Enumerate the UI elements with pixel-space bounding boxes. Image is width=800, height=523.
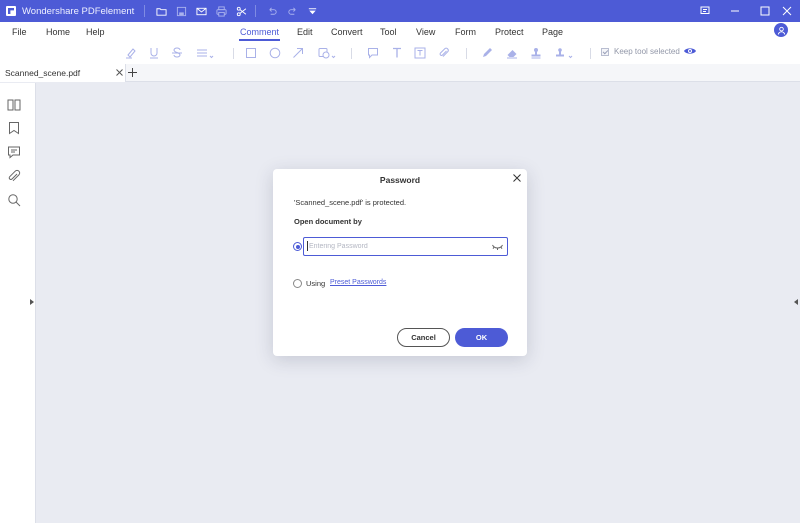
cancel-button[interactable]: Cancel: [397, 328, 450, 347]
attachment-icon[interactable]: [437, 46, 451, 60]
search-icon[interactable]: [7, 193, 21, 207]
dialog-title: Password: [379, 175, 421, 185]
title-separator-2: [255, 5, 257, 17]
protected-message: 'Scanned_scene.pdf' is protected.: [294, 198, 407, 207]
oval-icon[interactable]: [268, 46, 282, 60]
arrow-icon[interactable]: [291, 46, 305, 60]
keep-tool-selected-checkbox[interactable]: [601, 48, 609, 56]
menu-edit[interactable]: Edit: [297, 22, 313, 42]
text-box-icon[interactable]: [413, 46, 427, 60]
text-icon[interactable]: [390, 46, 404, 60]
sticky-note-icon[interactable]: [366, 46, 380, 60]
keep-tool-selected-label: Keep tool selected: [614, 47, 680, 56]
toolbar-separator: [233, 48, 234, 59]
collapse-left-panel-arrow[interactable]: [30, 299, 34, 305]
menu-comment[interactable]: Comment: [238, 22, 281, 42]
minimize-icon[interactable]: [720, 0, 750, 22]
menu-home[interactable]: Home: [46, 22, 70, 42]
ok-button[interactable]: OK: [455, 328, 508, 347]
menu-convert[interactable]: Convert: [331, 22, 363, 42]
menu-page[interactable]: Page: [542, 22, 563, 42]
bookmark-icon[interactable]: [7, 121, 21, 135]
eye-icon[interactable]: [683, 46, 697, 56]
mail-icon[interactable]: [191, 0, 211, 22]
highlight-icon[interactable]: [124, 46, 138, 60]
preset-passwords-link[interactable]: Preset Passwords: [330, 279, 386, 286]
password-input[interactable]: [303, 237, 508, 256]
thumbnails-icon[interactable]: [7, 98, 21, 112]
line-style-dropdown-icon[interactable]: [194, 46, 216, 60]
comments-icon[interactable]: [7, 145, 21, 159]
collapse-right-panel-arrow[interactable]: [794, 299, 798, 305]
preset-option-radio[interactable]: [293, 279, 302, 288]
tab-close-icon[interactable]: [115, 68, 124, 77]
toolbar-separator-2: [351, 48, 352, 59]
undo-icon[interactable]: [262, 0, 282, 22]
print-icon[interactable]: [211, 0, 231, 22]
open-folder-icon[interactable]: [151, 0, 171, 22]
menu-form[interactable]: Form: [455, 22, 476, 42]
using-label: Using: [306, 279, 326, 288]
shapes-dropdown-icon[interactable]: [316, 46, 338, 60]
dialog-close-icon[interactable]: [512, 173, 522, 183]
password-dialog: Password 'Scanned_scene.pdf' is protecte…: [273, 169, 527, 356]
title-bar: Wondershare PDFelement: [0, 0, 800, 22]
feedback-icon[interactable]: [690, 0, 720, 22]
tab-label: Scanned_scene.pdf: [5, 68, 81, 78]
document-tab-bar: Scanned_scene.pdf: [0, 64, 800, 82]
signature-dropdown-icon[interactable]: [553, 46, 575, 60]
toolbar-separator-4: [590, 48, 591, 59]
toolbar-separator-3: [466, 48, 467, 59]
attachments-panel-icon[interactable]: [7, 169, 21, 183]
menu-bar: File Home Help Comment Edit Convert Tool…: [0, 22, 800, 42]
scissors-icon[interactable]: [231, 0, 251, 22]
user-account-icon[interactable]: [774, 23, 788, 37]
title-separator: [144, 5, 146, 17]
pencil-icon[interactable]: [480, 46, 494, 60]
show-password-icon[interactable]: [492, 244, 503, 250]
comment-toolbar: [0, 42, 800, 64]
strikethrough-icon[interactable]: [170, 46, 184, 60]
window-close-icon[interactable]: [772, 0, 800, 22]
redo-icon[interactable]: [282, 0, 302, 22]
menu-help[interactable]: Help: [86, 22, 105, 42]
app-logo-icon: [6, 6, 16, 16]
underline-icon[interactable]: [147, 46, 161, 60]
menu-tool[interactable]: Tool: [380, 22, 397, 42]
password-option-radio[interactable]: [293, 242, 302, 251]
app-title: Wondershare PDFelement: [22, 5, 135, 17]
new-tab-icon[interactable]: [127, 67, 138, 78]
menu-file[interactable]: File: [12, 22, 27, 42]
rectangle-icon[interactable]: [244, 46, 258, 60]
menu-protect[interactable]: Protect: [495, 22, 524, 42]
open-by-label: Open document by: [294, 217, 362, 226]
save-icon[interactable]: [171, 0, 191, 22]
stamp-icon[interactable]: [529, 46, 543, 60]
customize-dropdown-icon[interactable]: [302, 0, 322, 22]
menu-view[interactable]: View: [416, 22, 435, 42]
document-tab[interactable]: Scanned_scene.pdf: [0, 64, 126, 82]
text-caret: [307, 241, 308, 251]
eraser-icon[interactable]: [505, 46, 519, 60]
